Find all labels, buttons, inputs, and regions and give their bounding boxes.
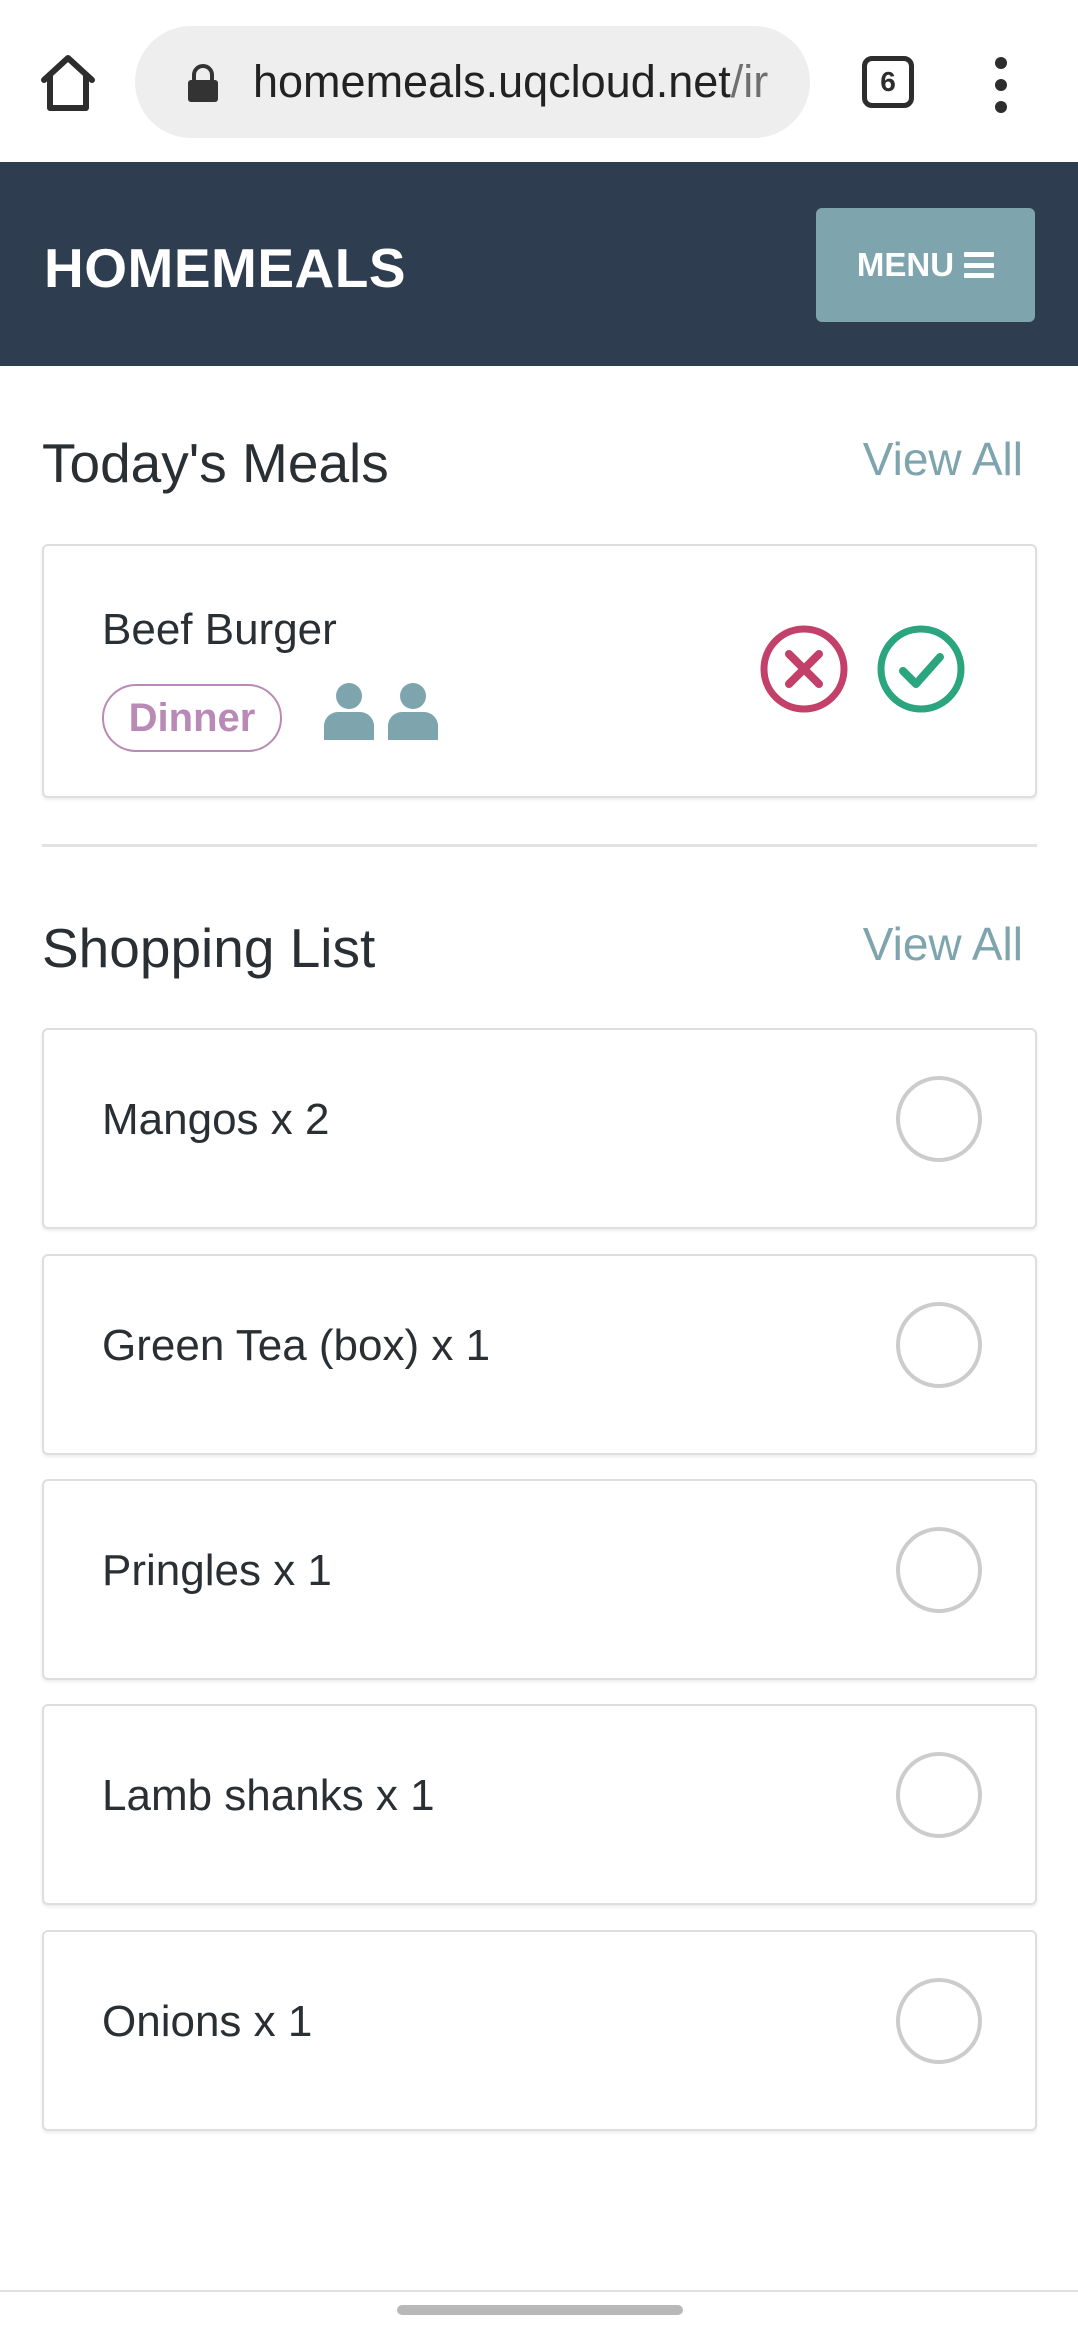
address-bar[interactable]: homemeals.uqcloud.net/ir <box>135 26 810 138</box>
person-icon <box>322 682 376 740</box>
shopping-list-item[interactable]: Pringles x 1 <box>42 1479 1037 1680</box>
overflow-menu-icon[interactable] <box>985 55 1017 115</box>
person-icon <box>386 682 440 740</box>
reject-icon[interactable] <box>759 624 849 714</box>
item-label: Green Tea (box) x 1 <box>102 1321 491 1370</box>
tab-switcher-icon[interactable]: 6 <box>862 56 914 108</box>
checkbox-circle-icon[interactable] <box>896 1302 982 1388</box>
shopping-list-item[interactable]: Onions x 1 <box>42 1930 1037 2131</box>
todays-meals-title: Today's Meals <box>42 432 389 494</box>
meal-card[interactable]: Beef Burger Dinner <box>42 544 1037 798</box>
meal-name: Beef Burger <box>102 605 337 654</box>
item-label: Onions x 1 <box>102 1997 313 2046</box>
hamburger-icon <box>964 252 995 278</box>
item-label: Mangos x 2 <box>102 1095 330 1144</box>
browser-toolbar: homemeals.uqcloud.net/ir 6 <box>0 0 1078 162</box>
meal-type-tag: Dinner <box>102 684 282 752</box>
checkbox-circle-icon[interactable] <box>896 1527 982 1613</box>
item-label: Lamb shanks x 1 <box>102 1771 435 1820</box>
shopping-list-item[interactable]: Mangos x 2 <box>42 1028 1037 1229</box>
shopping-list-title: Shopping List <box>42 917 376 979</box>
accept-icon[interactable] <box>876 624 966 714</box>
gesture-home-indicator[interactable] <box>397 2305 683 2315</box>
menu-button[interactable]: MENU <box>816 208 1035 322</box>
checkbox-circle-icon[interactable] <box>896 1752 982 1838</box>
section-divider <box>42 844 1037 847</box>
brand-logo[interactable]: HOMEMEALS <box>44 238 406 298</box>
item-label: Pringles x 1 <box>102 1546 332 1595</box>
app-header: HOMEMEALS MENU <box>0 162 1078 366</box>
menu-label: MENU <box>856 246 955 283</box>
lock-icon <box>185 64 221 104</box>
checkbox-circle-icon[interactable] <box>896 1978 982 2064</box>
checkbox-circle-icon[interactable] <box>896 1076 982 1162</box>
home-icon[interactable] <box>36 50 100 114</box>
tab-count: 6 <box>880 66 896 97</box>
nav-bar-divider <box>0 2290 1078 2292</box>
todays-meals-view-all-link[interactable]: View All <box>863 432 1023 486</box>
shopping-list-item[interactable]: Lamb shanks x 1 <box>42 1704 1037 1905</box>
url-text: homemeals.uqcloud.net/ir <box>253 56 769 107</box>
shopping-list-view-all-link[interactable]: View All <box>863 917 1023 971</box>
shopping-list-item[interactable]: Green Tea (box) x 1 <box>42 1254 1037 1455</box>
